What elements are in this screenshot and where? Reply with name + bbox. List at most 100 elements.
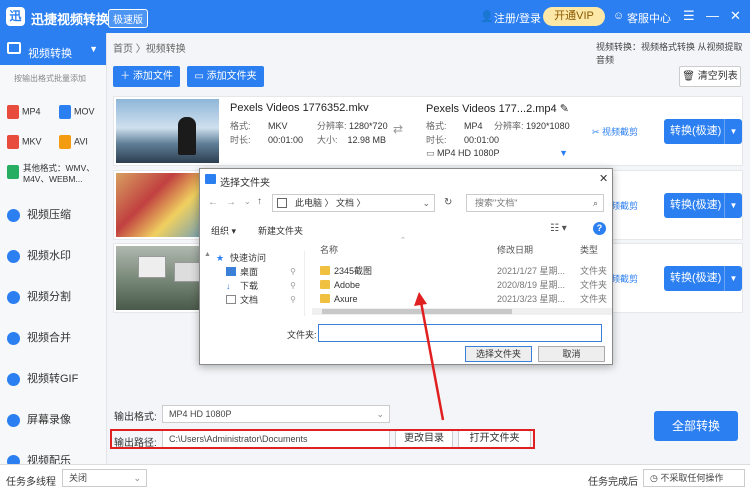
folder-name-input[interactable] <box>318 324 602 342</box>
batch-hint: 按输出格式批量添加 <box>14 74 86 83</box>
sidebar-item-merge[interactable]: 视频合并 <box>0 323 106 353</box>
sidebar-item-music[interactable]: 视频配乐 <box>0 446 106 464</box>
pin-icon: ⚲ <box>290 267 296 276</box>
photo-frame <box>138 256 166 278</box>
format-other[interactable]: 其他格式：WMV、M4V、WEBM... <box>7 163 103 185</box>
up-arrow-icon[interactable]: ↑ <box>257 196 262 207</box>
cut-video-link[interactable]: ✂ 视频截剪 <box>592 125 638 138</box>
refresh-icon[interactable]: ↻ <box>444 197 452 208</box>
view-icon[interactable]: ☷ ▾ <box>550 223 567 234</box>
address-bar[interactable]: 此电脑 〉 文档 〉 ⌄ <box>272 194 435 212</box>
multithread-select[interactable]: 关闭 ⌄ <box>62 469 147 487</box>
dialog-close-button[interactable]: ✕ <box>599 172 608 185</box>
pin-icon: ⚲ <box>290 295 296 304</box>
format-avi[interactable]: AVI <box>59 135 88 149</box>
other-format-icon <box>7 165 19 179</box>
format-mp4[interactable]: MP4 <box>7 105 41 119</box>
folder-row[interactable]: 2345截图 2021/1/27 星期... 文件夹 <box>320 264 610 278</box>
column-modified[interactable]: 修改日期 <box>497 243 533 256</box>
person-silhouette <box>178 117 196 155</box>
output-format-label: 输出格式: <box>114 412 157 423</box>
nav-downloads[interactable]: ↓ 下载 ⚲ <box>210 279 304 293</box>
sidebar-item-video-convert[interactable]: 视频转换 ▼ <box>0 33 106 65</box>
mov-icon <box>59 105 71 119</box>
column-name[interactable]: 名称 <box>320 243 338 256</box>
convert-button[interactable]: 转换(极速) ▼ <box>664 266 742 291</box>
output-file-name[interactable]: Pexels Videos 177...2.mp4 ✎ <box>426 102 569 115</box>
add-file-button[interactable]: ＋ 添加文件 <box>113 66 180 87</box>
back-arrow-icon[interactable]: ← <box>208 197 218 208</box>
convert-button[interactable]: 转换(极速) ▼ <box>664 119 742 144</box>
chevron-down-icon[interactable]: ▼ <box>724 193 742 218</box>
select-folder-dialog: 选择文件夹 ✕ ← → ⌄ ↑ 此电脑 〉 文档 〉 ⌄ ↻ 搜索"文档" ⌕ 组… <box>199 168 613 365</box>
user-icon[interactable]: 👤 <box>480 10 494 23</box>
scroll-up-icon[interactable]: ▲ <box>204 251 211 258</box>
sidebar-item-screen-record[interactable]: 屏幕录像 <box>0 405 106 435</box>
video-convert-icon <box>7 42 21 54</box>
scrollbar-thumb[interactable] <box>322 309 512 314</box>
sidebar-item-compress[interactable]: 视频压缩 <box>0 200 106 230</box>
select-folder-button[interactable]: 选择文件夹 <box>465 346 532 362</box>
forward-arrow-icon[interactable]: → <box>226 197 236 208</box>
menu-icon[interactable]: ☰ <box>683 8 695 24</box>
help-icon[interactable]: ? <box>593 222 606 235</box>
service-center-link[interactable]: 客服中心 <box>627 10 671 26</box>
sidebar-item-split[interactable]: 视频分割 <box>0 282 106 312</box>
nav-documents[interactable]: 文档 ⚲ <box>210 293 304 307</box>
sidebar-item-gif[interactable]: 视频转GIF <box>0 364 106 394</box>
convert-button[interactable]: 转换(极速) ▼ <box>664 193 742 218</box>
edit-pencil-icon[interactable]: ✎ <box>560 103 569 115</box>
source-file-name: Pexels Videos 1776352.mkv <box>230 102 369 114</box>
folder-row[interactable]: Axure 2021/3/23 星期... 文件夹 <box>320 292 610 306</box>
scissors-icon: ✂ <box>592 127 603 137</box>
output-format-select[interactable]: MP4 HD 1080P ⌄ <box>162 405 390 423</box>
nav-tree: ★ 快速访问 桌面 ⚲ ↓ 下载 ⚲ 文档 ⚲ <box>210 251 305 316</box>
address-segment-pc[interactable]: 此电脑 <box>295 198 322 208</box>
folder-row[interactable]: Adobe 2020/8/19 星期... 文件夹 <box>320 278 610 292</box>
chevron-down-icon: ▼ <box>89 44 98 54</box>
chevron-down-icon[interactable]: ⌄ <box>244 197 251 206</box>
output-resolution: 分辨率: 1920*1080 <box>494 121 570 131</box>
search-icon: ⌕ <box>592 198 598 208</box>
shuffle-arrow-icon: ⇄ <box>393 122 404 136</box>
sidebar-item-label: 视频转换 <box>28 48 72 60</box>
nav-quick-access[interactable]: ★ 快速访问 <box>210 251 304 265</box>
new-folder-button[interactable]: 新建文件夹 <box>258 224 303 237</box>
close-button[interactable]: ✕ <box>730 8 741 24</box>
chevron-down-icon[interactable]: ▼ <box>724 119 742 144</box>
folder-icon <box>320 294 330 303</box>
minimize-button[interactable]: — <box>706 8 719 23</box>
convert-all-button[interactable]: 全部转换 <box>654 411 738 441</box>
register-login-link[interactable]: 注册/登录 <box>494 10 541 26</box>
mkv-icon <box>7 135 19 149</box>
add-folder-button[interactable]: ▭ 添加文件夹 <box>187 66 264 87</box>
feature-hint: 视频转换：视频格式转换 从视频提取音频 <box>596 42 743 65</box>
clock-icon: ◷ <box>650 473 661 483</box>
sidebar-item-watermark[interactable]: 视频水印 <box>0 241 106 271</box>
music-icon <box>7 455 20 464</box>
status-bar: 任务多线程 关闭 ⌄ 任务完成后 ◷ 不采取任何操作 <box>0 464 750 492</box>
plus-icon: ＋ <box>120 71 133 82</box>
organize-menu[interactable]: 组织 ▾ <box>211 224 236 237</box>
service-icon[interactable]: ☺ <box>613 10 624 22</box>
format-mov[interactable]: MOV <box>59 105 95 119</box>
address-segment-docs[interactable]: 文档 <box>336 198 354 208</box>
output-format: 格式: MP4 <box>426 121 483 131</box>
download-icon: ↓ <box>226 281 231 291</box>
chevron-down-icon[interactable]: ⌄ <box>422 195 430 211</box>
vip-button[interactable]: 开通VIP <box>543 7 605 26</box>
folder-field-label: 文件夹: <box>287 330 317 340</box>
video-thumbnail[interactable] <box>116 99 219 163</box>
horizontal-scrollbar[interactable] <box>312 308 612 315</box>
compress-icon <box>7 209 20 222</box>
chevron-down-icon[interactable]: ▼ <box>724 266 742 291</box>
format-mkv[interactable]: MKV <box>7 135 42 149</box>
nav-desktop[interactable]: 桌面 ⚲ <box>210 265 304 279</box>
clear-list-button[interactable]: 🗑 清空列表 <box>679 66 741 87</box>
search-input[interactable]: 搜索"文档" ⌕ <box>466 194 604 212</box>
column-type[interactable]: 类型 <box>580 243 598 256</box>
dialog-cancel-button[interactable]: 取消 <box>538 346 605 362</box>
output-preset-select[interactable]: ▭ MP4 HD 1080P ▼ <box>426 148 568 162</box>
on-done-label: 任务完成后 <box>588 477 638 488</box>
on-done-select[interactable]: ◷ 不采取任何操作 <box>643 469 745 487</box>
